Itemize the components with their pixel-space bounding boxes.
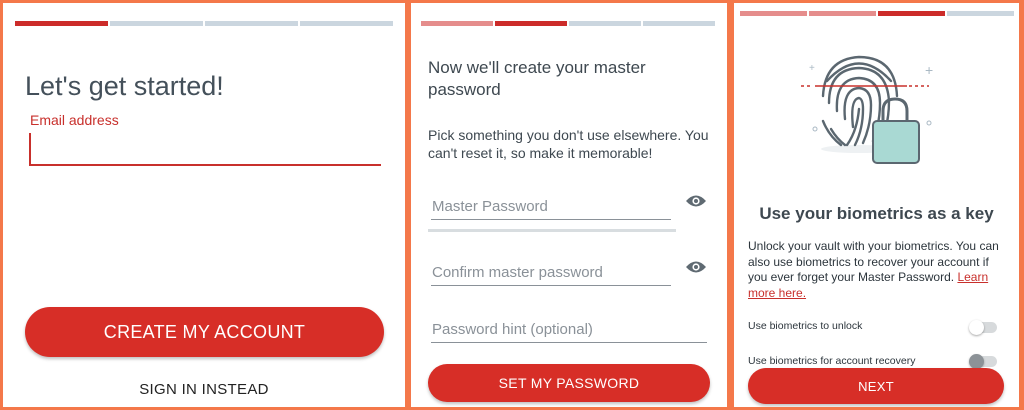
progress-step-2 <box>110 21 203 26</box>
email-label: Email address <box>30 112 119 128</box>
set-password-button[interactable]: SET MY PASSWORD <box>428 364 710 402</box>
eye-icon[interactable] <box>685 194 707 208</box>
progress-bar <box>421 21 715 26</box>
signup-email-screen: Let's get started! Email address CREATE … <box>3 3 405 407</box>
progress-bar <box>740 11 1014 16</box>
progress-step-4 <box>300 21 393 26</box>
biometrics-recovery-toggle[interactable] <box>969 354 997 369</box>
page-description: Unlock your vault with your biometrics. … <box>748 239 1008 301</box>
toggle-knob <box>969 320 984 335</box>
progress-step-2 <box>809 11 876 16</box>
email-field[interactable] <box>29 133 381 166</box>
toggle-knob <box>969 354 984 369</box>
progress-step-4 <box>947 11 1014 16</box>
progress-step-4 <box>643 21 715 26</box>
progress-step-1 <box>421 21 493 26</box>
master-password-field[interactable]: Master Password <box>431 193 671 220</box>
biometrics-screen: + + Use your biometrics as a key Unlock … <box>734 3 1019 407</box>
sign-in-link[interactable]: SIGN IN INSTEAD <box>3 381 405 398</box>
password-hint-placeholder: Password hint (optional) <box>432 321 593 338</box>
confirm-password-placeholder: Confirm master password <box>432 264 603 281</box>
password-hint-field[interactable]: Password hint (optional) <box>431 316 707 343</box>
fingerprint-lock-illustration: + + <box>801 55 933 164</box>
master-password-placeholder: Master Password <box>432 198 548 215</box>
progress-step-3 <box>878 11 945 16</box>
page-description: Pick something you don't use elsewhere. … <box>428 127 709 161</box>
biometrics-unlock-toggle[interactable] <box>969 320 997 335</box>
progress-step-3 <box>205 21 298 26</box>
page-title: Let's get started! <box>25 71 224 101</box>
progress-step-2 <box>495 21 567 26</box>
eye-icon[interactable] <box>685 260 707 274</box>
password-strength-bar <box>428 229 676 232</box>
page-title: Use your biometrics as a key <box>759 204 994 223</box>
create-account-button[interactable]: CREATE MY ACCOUNT <box>25 307 384 357</box>
confirm-password-field[interactable]: Confirm master password <box>431 259 671 286</box>
toggle-unlock-label: Use biometrics to unlock <box>748 320 863 332</box>
master-password-screen: Now we'll create your master password Pi… <box>411 3 727 407</box>
page-title: Now we'll create your master password <box>428 58 646 99</box>
toggle-recovery-label: Use biometrics for account recovery <box>748 355 916 367</box>
progress-step-3 <box>569 21 641 26</box>
progress-step-1 <box>740 11 807 16</box>
progress-step-1 <box>15 21 108 26</box>
next-button[interactable]: NEXT <box>748 368 1004 404</box>
svg-text:+: + <box>925 62 933 78</box>
progress-bar <box>15 21 393 26</box>
svg-text:+: + <box>809 63 815 74</box>
